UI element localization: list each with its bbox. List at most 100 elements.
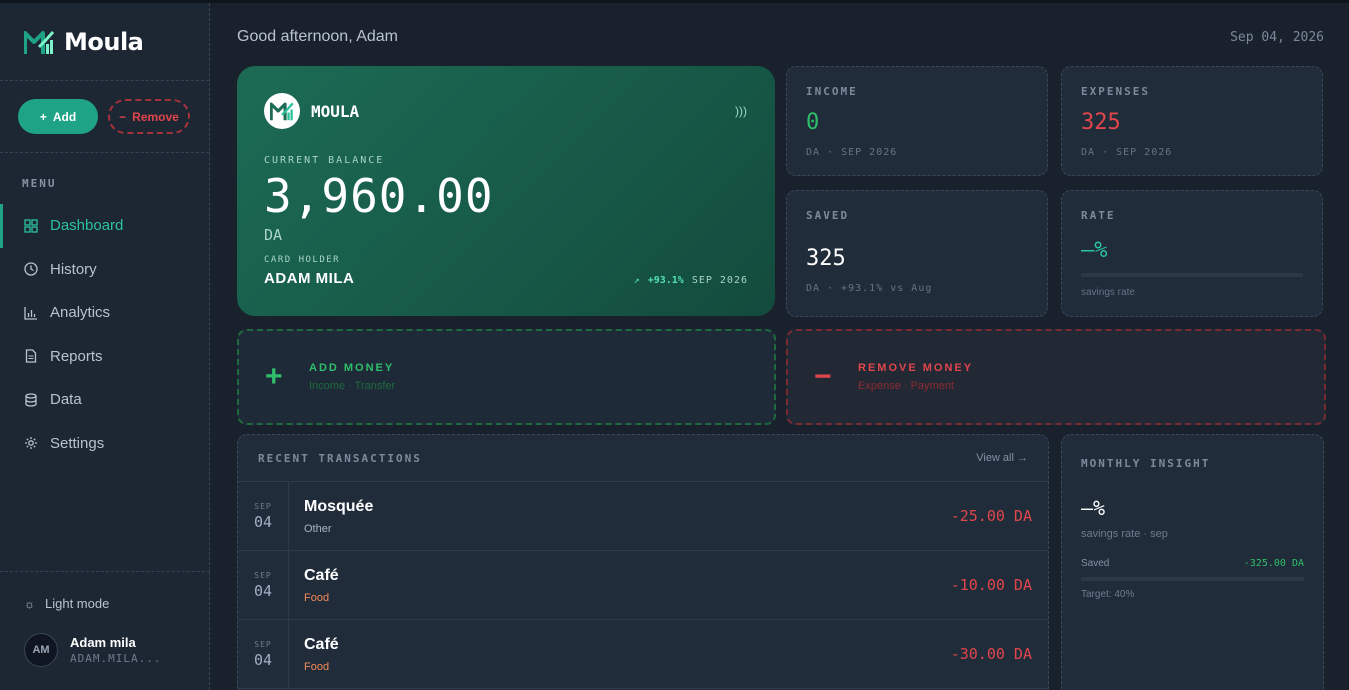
- stat-label: RATE: [1081, 209, 1116, 222]
- document-icon: [25, 349, 37, 363]
- savings-rate-bar: [1081, 273, 1303, 277]
- clock-icon: [24, 262, 38, 276]
- add-button-label: Add: [52, 109, 77, 124]
- bar-chart-icon: [24, 306, 37, 320]
- current-date: Sep 04, 2026: [1230, 30, 1324, 45]
- logo-icon: [24, 30, 54, 54]
- card-logo-icon: [264, 93, 300, 129]
- remove-button[interactable]: − Remove: [108, 99, 190, 134]
- view-all-link[interactable]: View all →: [976, 452, 1028, 464]
- expenses-stat: EXPENSES 325 DA · SEP 2026: [1061, 66, 1323, 176]
- tx-date: SEP 04: [238, 482, 289, 550]
- gear-icon: [25, 437, 37, 450]
- trend-up-icon: ↗: [633, 275, 640, 286]
- tx-category: Food: [304, 591, 330, 604]
- add-money-title: ADD MONEY: [309, 362, 395, 374]
- sidebar-item-label: Reports: [50, 347, 103, 365]
- tx-name: Café: [304, 635, 339, 653]
- stat-label: EXPENSES: [1081, 85, 1150, 98]
- table-row[interactable]: SEP 04 Café Food -10.00 DA: [238, 551, 1048, 620]
- sidebar-item-dashboard[interactable]: Dashboard: [0, 204, 209, 248]
- tx-name: Mosquée: [304, 497, 374, 515]
- insight-title: MONTHLY INSIGHT: [1081, 457, 1211, 470]
- card-holder-name: ADAM MILA: [264, 270, 355, 287]
- theme-toggle[interactable]: ☼ Light mode: [24, 596, 210, 611]
- sidebar-item-label: History: [50, 260, 97, 278]
- transactions-title: RECENT TRANSACTIONS: [258, 451, 422, 465]
- stat-label: SAVED: [806, 209, 850, 222]
- tx-name: Café: [304, 566, 339, 584]
- card-holder-label: CARD HOLDER: [264, 255, 341, 265]
- sidebar-item-data[interactable]: Data: [0, 378, 209, 422]
- insight-progress-bar: [1081, 577, 1304, 581]
- transactions-header: RECENT TRANSACTIONS View all →: [238, 435, 1048, 482]
- contactless-icon: ))): [735, 104, 747, 118]
- stat-value: 0: [806, 110, 820, 135]
- remove-money-sub: Expense · Payment: [858, 380, 954, 392]
- stat-sub: DA · +93.1% vs Aug: [806, 283, 933, 294]
- stat-value: 325: [1081, 110, 1121, 135]
- insight-saved-row: Saved -325.00 DA: [1081, 558, 1304, 569]
- trend-period: SEP 2026: [691, 275, 748, 286]
- avatar: AM: [24, 633, 58, 667]
- menu-label: MENU: [22, 177, 57, 190]
- insight-rate: —%: [1081, 496, 1106, 520]
- card-brand-name: MOULA: [311, 101, 360, 121]
- monthly-insight: MONTHLY INSIGHT —% savings rate · sep Sa…: [1061, 434, 1324, 690]
- user-profile[interactable]: AM Adam mila ADAM.MILA...: [24, 633, 210, 667]
- tx-day: 04: [253, 581, 273, 600]
- rate-stat: RATE —% savings rate: [1061, 190, 1323, 317]
- balance-label: CURRENT BALANCE: [264, 155, 385, 166]
- tx-month: SEP: [254, 570, 272, 580]
- income-stat: INCOME 0 DA · SEP 2026: [786, 66, 1048, 176]
- stat-label: INCOME: [806, 85, 858, 98]
- sidebar-item-settings[interactable]: Settings: [0, 422, 209, 466]
- insight-saved-value: -325.00 DA: [1243, 558, 1304, 569]
- insight-target: Target: 40%: [1081, 589, 1135, 600]
- sidebar-item-reports[interactable]: Reports: [0, 335, 209, 379]
- sidebar-item-label: Settings: [50, 434, 105, 452]
- trend-value: +93.1%: [647, 275, 684, 286]
- minus-icon: −: [119, 109, 127, 124]
- sidebar: Moula + Add − Remove MENU Dashboard Hist…: [0, 3, 210, 690]
- tx-day: 04: [253, 512, 273, 531]
- tx-category: Food: [304, 660, 330, 673]
- sidebar-nav: Dashboard History Analytics Reports Data…: [0, 204, 209, 465]
- tx-amount: -25.00 DA: [950, 507, 1032, 525]
- stat-sub: DA · SEP 2026: [1081, 147, 1173, 158]
- tx-month: SEP: [254, 639, 272, 649]
- table-row[interactable]: SEP 04 Café Food -30.00 DA: [238, 620, 1048, 689]
- stat-sub: DA · SEP 2026: [806, 147, 898, 158]
- tx-amount: -30.00 DA: [950, 645, 1032, 663]
- balance-amount: 3,960.00: [264, 169, 494, 223]
- add-button[interactable]: + Add: [18, 99, 98, 134]
- tx-date: SEP 04: [238, 620, 289, 688]
- insight-saved-label: Saved: [1081, 558, 1110, 569]
- sidebar-footer: ☼ Light mode AM Adam mila ADAM.MILA...: [0, 571, 210, 690]
- sidebar-item-label: Dashboard: [50, 217, 124, 235]
- brand-name: Moula: [64, 27, 144, 56]
- remove-money-title: REMOVE MONEY: [858, 362, 974, 374]
- database-icon: [25, 393, 37, 407]
- stat-sub: savings rate: [1081, 287, 1135, 298]
- sun-icon: ☼: [24, 596, 35, 611]
- minus-icon: −: [814, 360, 832, 393]
- recent-transactions: RECENT TRANSACTIONS View all → SEP 04 Mo…: [237, 434, 1049, 690]
- add-money-card[interactable]: + ADD MONEY Income · Transfer: [237, 329, 776, 425]
- user-email: ADAM.MILA...: [70, 652, 162, 665]
- sidebar-item-history[interactable]: History: [0, 248, 209, 292]
- stat-value: —%: [1081, 238, 1108, 263]
- greeting: Good afternoon, Adam: [237, 28, 398, 45]
- remove-button-label: Remove: [132, 109, 179, 124]
- tx-category: Other: [304, 522, 332, 535]
- tx-day: 04: [253, 650, 273, 669]
- balance-currency: DA: [264, 226, 283, 244]
- sidebar-item-label: Data: [50, 391, 82, 409]
- remove-money-card[interactable]: − REMOVE MONEY Expense · Payment: [786, 329, 1326, 425]
- theme-toggle-label: Light mode: [45, 596, 110, 611]
- sidebar-item-analytics[interactable]: Analytics: [0, 291, 209, 335]
- saved-stat: SAVED 325 DA · +93.1% vs Aug: [786, 190, 1048, 317]
- stat-value: 325: [806, 246, 846, 271]
- table-row[interactable]: SEP 04 Mosquée Other -25.00 DA: [238, 482, 1048, 551]
- brand[interactable]: Moula: [0, 3, 209, 81]
